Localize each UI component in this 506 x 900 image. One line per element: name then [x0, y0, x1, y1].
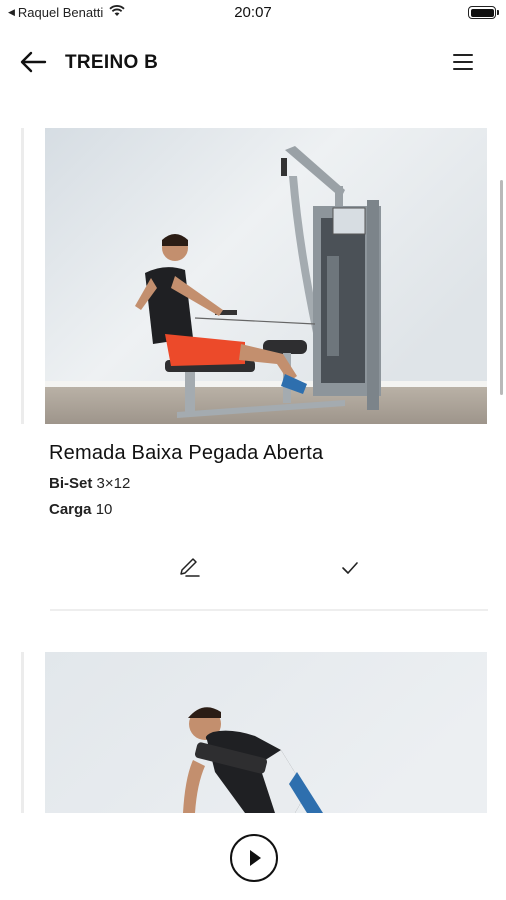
exercise-load: Carga 10 — [49, 501, 112, 518]
start-workout-button[interactable] — [230, 834, 278, 882]
load-value: 10 — [95, 501, 113, 518]
menu-button[interactable] — [448, 50, 478, 74]
exercise-list[interactable]: Remada Baixa Pegada Aberta Bi-Set 3×12 C… — [0, 128, 506, 813]
card-accent-line — [21, 652, 24, 813]
exercise-image[interactable] — [45, 128, 487, 424]
bottom-bar — [0, 813, 506, 900]
back-button[interactable] — [18, 48, 50, 76]
seated-row-machine-illustration — [45, 128, 487, 424]
status-bar: ◀ Raquel Benatti 20:07 — [0, 0, 506, 26]
card-divider — [50, 609, 488, 611]
hamburger-menu-icon — [453, 54, 473, 70]
scrollbar[interactable] — [500, 180, 503, 395]
status-time: 20:07 — [234, 4, 272, 21]
exercise-name: Remada Baixa Pegada Aberta — [49, 442, 324, 464]
sets-value: 3×12 — [96, 475, 131, 492]
load-label: Carga — [49, 501, 92, 518]
battery-fill — [470, 8, 494, 17]
play-icon — [250, 850, 261, 866]
arrow-left-icon — [20, 51, 47, 73]
mark-done-button[interactable] — [335, 553, 365, 583]
app-header: TREINO B — [0, 38, 506, 86]
exercise-sets: Bi-Set 3×12 — [49, 475, 130, 492]
card-accent-line — [21, 128, 24, 424]
check-icon — [342, 562, 358, 574]
battery-icon — [468, 6, 499, 19]
edit-button[interactable] — [174, 553, 204, 583]
battery-nub — [497, 10, 499, 15]
page-title: TREINO B — [65, 52, 159, 73]
exercise-image[interactable] — [45, 652, 487, 813]
pencil-icon — [180, 558, 200, 577]
bent-over-row-illustration — [45, 652, 487, 813]
sets-label: Bi-Set — [49, 475, 93, 492]
